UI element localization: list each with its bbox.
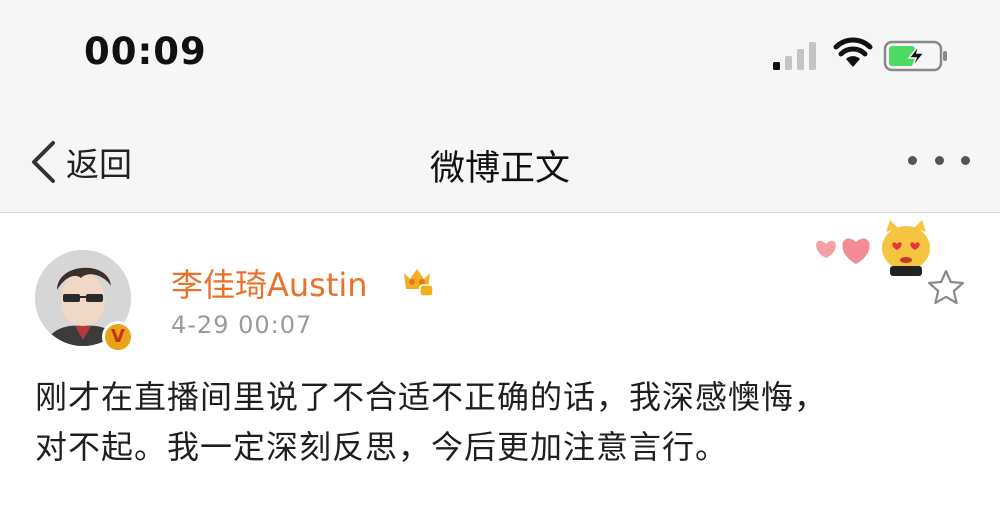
wifi-icon — [833, 37, 873, 67]
hearts-cat-decoration — [816, 220, 930, 276]
post-text-line: 对不起。我一定深刻反思，今后更加注意言行。 — [35, 428, 729, 466]
crown-vip-icon — [404, 269, 434, 297]
more-dots-icon[interactable] — [908, 156, 970, 168]
verified-badge: V — [102, 321, 134, 353]
page-title: 微博正文 — [429, 149, 570, 189]
nav-bar: 返回 微博正文 — [0, 110, 1000, 213]
post-text: 刚才在直播间里说了不合适不正确的话，我深感懊悔， 对不起。我一定深刻反思，今后更… — [35, 372, 975, 472]
post-timestamp: 4-29 00:07 — [171, 311, 313, 339]
star-outline-icon[interactable] — [926, 268, 966, 306]
status-time: 00:09 — [84, 30, 207, 73]
post-text-line: 刚才在直播间里说了不合适不正确的话，我深感懊悔， — [35, 378, 828, 416]
username[interactable]: 李佳琦Austin — [171, 260, 368, 306]
verified-badge-label: V — [111, 326, 125, 347]
battery-charging-icon — [883, 40, 947, 72]
status-bar: 00:09 — [0, 0, 1000, 110]
cellular-signal-icon — [773, 42, 816, 70]
